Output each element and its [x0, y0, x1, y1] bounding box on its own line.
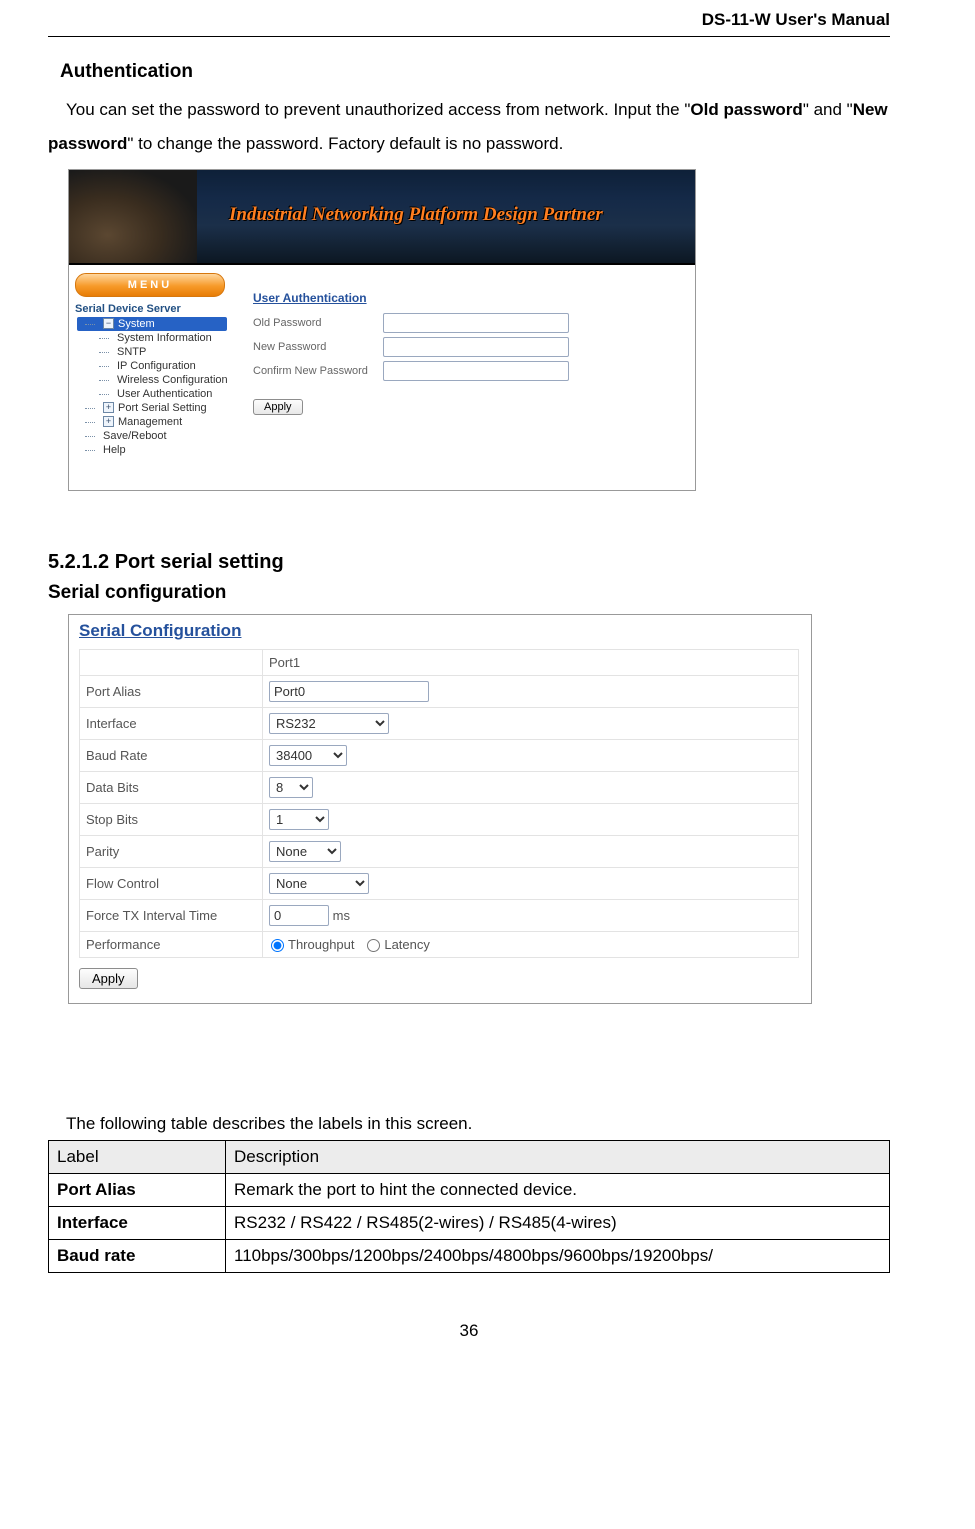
input-old-password[interactable]: [383, 313, 569, 333]
param-desc: 110bps/300bps/1200bps/2400bps/4800bps/96…: [226, 1240, 890, 1273]
row-data-bits: Data Bits 8: [80, 772, 799, 804]
label-flow-control: Flow Control: [80, 868, 263, 900]
text-segment: " to change the password. Factory defaul…: [127, 134, 563, 153]
collapse-icon[interactable]: −: [103, 318, 114, 329]
param-row: Interface RS232 / RS422 / RS485(2-wires)…: [49, 1207, 890, 1240]
col-header-description: Description: [226, 1141, 890, 1174]
input-new-password[interactable]: [383, 337, 569, 357]
param-desc: RS232 / RS422 / RS485(2-wires) / RS485(4…: [226, 1207, 890, 1240]
tree-node-port-serial-setting[interactable]: + Port Serial Setting: [77, 401, 227, 415]
row-confirm-password: Confirm New Password: [253, 361, 683, 381]
param-label: Interface: [49, 1207, 226, 1240]
section-title-user-auth: User Authentication: [253, 291, 683, 305]
tree-label: System: [118, 318, 155, 330]
unit-ms: ms: [333, 908, 350, 923]
radio-latency-label[interactable]: Latency: [365, 937, 430, 952]
param-desc: Remark the port to hint the connected de…: [226, 1174, 890, 1207]
row-baud-rate: Baud Rate 38400: [80, 740, 799, 772]
port-column-header: Port1: [263, 650, 799, 676]
apply-button[interactable]: Apply: [79, 968, 138, 989]
heading-port-serial-setting: 5.2.1.2 Port serial setting: [48, 551, 890, 574]
content-pane: User Authentication Old Password New Pas…: [231, 265, 695, 490]
row-old-password: Old Password: [253, 313, 683, 333]
radio-latency[interactable]: [367, 939, 380, 952]
text-segment: You can set the password to prevent unau…: [66, 100, 690, 119]
select-flow-control[interactable]: None: [269, 873, 369, 894]
input-confirm-password[interactable]: [383, 361, 569, 381]
label-stop-bits: Stop Bits: [80, 804, 263, 836]
heading-authentication: Authentication: [60, 61, 890, 83]
row-performance: Performance Throughput Latency: [80, 932, 799, 958]
label-data-bits: Data Bits: [80, 772, 263, 804]
tree-label: Management: [118, 416, 182, 428]
label-performance: Performance: [80, 932, 263, 958]
input-force-tx[interactable]: [269, 905, 329, 926]
row-force-tx: Force TX Interval Time ms: [80, 900, 799, 932]
tree-node-management[interactable]: + Management: [77, 415, 227, 429]
menu-header: MENU: [75, 273, 225, 297]
heading-serial-configuration: Serial configuration: [48, 582, 890, 604]
label-baud-rate: Baud Rate: [80, 740, 263, 772]
serial-config-table: Port1 Port Alias Interface RS232 Baud Ra…: [79, 649, 799, 958]
text-segment: " and ": [803, 100, 853, 119]
radio-throughput-label[interactable]: Throughput: [269, 937, 355, 952]
label-old-password: Old Password: [253, 317, 383, 329]
tree-node-sntp[interactable]: SNTP: [91, 345, 227, 359]
expand-icon[interactable]: +: [103, 416, 114, 427]
table-intro: The following table describes the labels…: [48, 1114, 890, 1134]
screenshot-serial-config: Serial Configuration Port1 Port Alias In…: [68, 614, 812, 1004]
select-interface[interactable]: RS232: [269, 713, 389, 734]
select-stop-bits[interactable]: 1: [269, 809, 329, 830]
radio-throughput-text: Throughput: [288, 937, 355, 952]
label-force-tx: Force TX Interval Time: [80, 900, 263, 932]
page-number: 36: [48, 1321, 890, 1341]
tree-node-wireless-configuration[interactable]: Wireless Configuration: [91, 373, 227, 387]
label-port-alias: Port Alias: [80, 676, 263, 708]
row-flow-control: Flow Control None: [80, 868, 799, 900]
tree-node-system[interactable]: −System: [77, 317, 227, 331]
label-new-password: New Password: [253, 341, 383, 353]
tree-label: Port Serial Setting: [118, 402, 207, 414]
tree-node-ip-configuration[interactable]: IP Configuration: [91, 359, 227, 373]
param-label: Baud rate: [49, 1240, 226, 1273]
param-row: Baud rate 110bps/300bps/1200bps/2400bps/…: [49, 1240, 890, 1273]
tree-root: Serial Device Server: [75, 303, 227, 315]
row-interface: Interface RS232: [80, 708, 799, 740]
tree-node-user-authentication[interactable]: User Authentication: [91, 387, 227, 401]
input-port-alias[interactable]: [269, 681, 429, 702]
tree-node-system-information[interactable]: System Information: [91, 331, 227, 345]
sidebar: MENU Serial Device Server −System System…: [69, 265, 231, 490]
row-stop-bits: Stop Bits 1: [80, 804, 799, 836]
param-label: Port Alias: [49, 1174, 226, 1207]
banner: Industrial Networking Platform Design Pa…: [69, 170, 695, 265]
row-port-alias: Port Alias: [80, 676, 799, 708]
auth-paragraph: You can set the password to prevent unau…: [48, 93, 890, 161]
tree-node-save-reboot[interactable]: Save/Reboot: [77, 429, 227, 443]
header-rule: [48, 36, 890, 37]
banner-title: Industrial Networking Platform Design Pa…: [229, 204, 603, 226]
banner-image: [69, 170, 197, 263]
text-bold-old-password: Old password: [690, 100, 802, 119]
running-head: DS-11-W User's Manual: [48, 10, 890, 30]
screenshot-user-auth: Industrial Networking Platform Design Pa…: [68, 169, 696, 491]
row-new-password: New Password: [253, 337, 683, 357]
radio-latency-text: Latency: [384, 937, 430, 952]
col-header-label: Label: [49, 1141, 226, 1174]
param-row: Port Alias Remark the port to hint the c…: [49, 1174, 890, 1207]
label-parity: Parity: [80, 836, 263, 868]
select-parity[interactable]: None: [269, 841, 341, 862]
section-title-serial-config: Serial Configuration: [69, 615, 811, 647]
select-data-bits[interactable]: 8: [269, 777, 313, 798]
parameter-table: Label Description Port Alias Remark the …: [48, 1140, 890, 1273]
row-parity: Parity None: [80, 836, 799, 868]
row-port-header: Port1: [80, 650, 799, 676]
nav-tree: Serial Device Server −System System Info…: [69, 299, 231, 457]
tree-node-help[interactable]: Help: [77, 443, 227, 457]
radio-throughput[interactable]: [271, 939, 284, 952]
expand-icon[interactable]: +: [103, 402, 114, 413]
apply-button[interactable]: Apply: [253, 399, 303, 415]
label-confirm-password: Confirm New Password: [253, 365, 383, 377]
select-baud-rate[interactable]: 38400: [269, 745, 347, 766]
label-interface: Interface: [80, 708, 263, 740]
